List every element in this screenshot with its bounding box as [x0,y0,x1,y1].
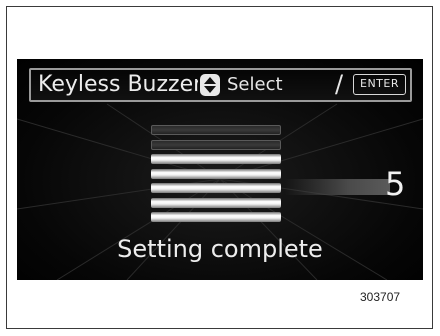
volume-level-meter [151,125,281,235]
display-screen: Keyless Buzzer Volume Select / ENTER 5 S… [17,59,423,280]
level-bar-active [151,154,281,164]
status-message: Setting complete [117,235,323,263]
enter-button[interactable]: ENTER [353,74,406,95]
level-bar-active [151,197,281,208]
page-title: Keyless Buzzer Volume [38,72,198,97]
select-label: Select [227,74,283,95]
level-bar-active [151,183,281,193]
volume-value: 5 [385,165,406,203]
level-bar-inactive [151,139,281,150]
separator: / [335,70,344,98]
level-bar-active [151,212,281,222]
level-bar-active [151,168,281,179]
up-down-arrows-icon[interactable] [200,74,220,96]
level-bar-inactive [151,125,281,135]
screen-header: Keyless Buzzer Volume Select / ENTER [29,68,412,102]
value-indicator-trail [285,179,390,195]
figure-number: 303707 [360,290,401,304]
